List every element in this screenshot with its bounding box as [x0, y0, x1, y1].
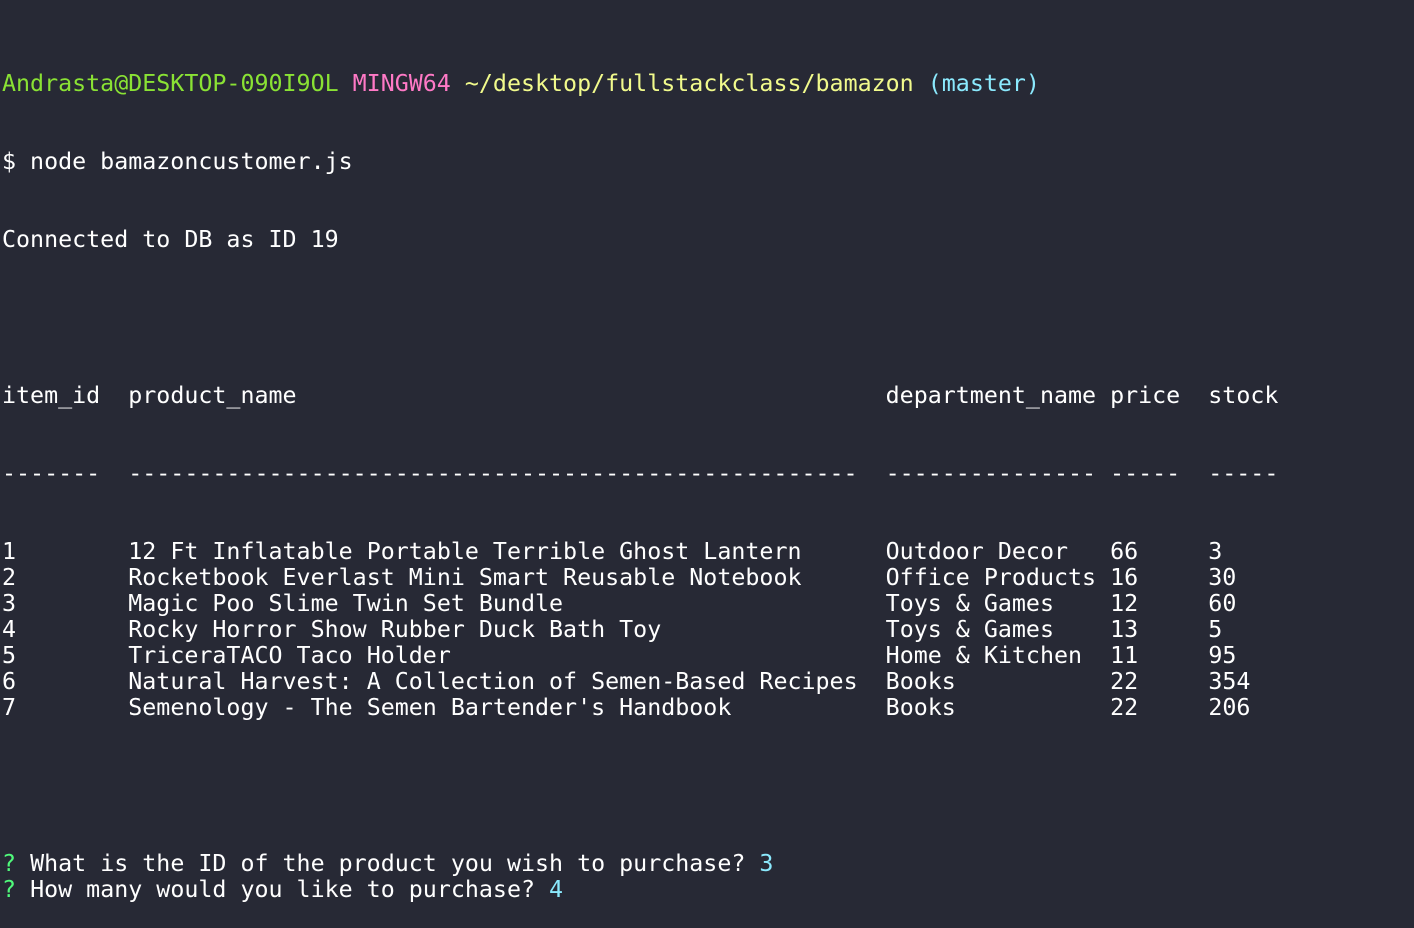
connection-message: Connected to DB as ID 19: [2, 226, 339, 253]
cell-product-name: TriceraTACO Taco Holder: [128, 642, 451, 669]
column-header-item-id: item_id: [2, 382, 101, 409]
question-text: How many would you like to purchase?: [30, 876, 535, 903]
table-header: item_id product_name department_name pri…: [2, 383, 1414, 409]
table-separator: ------- --------------------------------…: [2, 460, 1279, 487]
cell-price: 12: [1110, 590, 1139, 617]
cell-price: 22: [1110, 668, 1139, 695]
user-host: Andrasta@DESKTOP-090I9OL: [2, 70, 339, 97]
cell-stock: 95: [1208, 642, 1237, 669]
cell-item-id: 5: [2, 642, 17, 669]
cell-stock: 60: [1208, 590, 1237, 617]
cell-item-id: 4: [2, 616, 17, 643]
question-mark: ?: [2, 850, 17, 877]
table-row: 7 Semenology - The Semen Bartender's Han…: [2, 695, 1414, 721]
prompt-line: Andrasta@DESKTOP-090I9OL MINGW64 ~/deskt…: [2, 71, 1414, 97]
question-answer: 4: [549, 876, 564, 903]
cell-department-name: Outdoor Decor: [885, 538, 1068, 565]
table-row: 6 Natural Harvest: A Collection of Semen…: [2, 669, 1414, 695]
cell-price: 11: [1110, 642, 1139, 669]
terminal-window[interactable]: Andrasta@DESKTOP-090I9OL MINGW64 ~/deskt…: [0, 0, 1414, 903]
question-list: ? What is the ID of the product you wish…: [2, 851, 1414, 903]
table-row: 1 12 Ft Inflatable Portable Terrible Gho…: [2, 539, 1414, 565]
cell-item-id: 1: [2, 538, 17, 565]
cell-price: 13: [1110, 616, 1139, 643]
table-row: 5 TriceraTACO Taco Holder Home & Kitchen…: [2, 643, 1414, 669]
cell-department-name: Toys & Games: [885, 616, 1054, 643]
cell-item-id: 2: [2, 564, 17, 591]
cell-product-name: Magic Poo Slime Twin Set Bundle: [128, 590, 564, 617]
question-mark: ?: [2, 876, 17, 903]
cell-product-name: Rocketbook Everlast Mini Smart Reusable …: [128, 564, 802, 591]
cell-price: 22: [1110, 694, 1139, 721]
question-answer: 3: [759, 850, 774, 877]
cell-item-id: 7: [2, 694, 17, 721]
column-header-stock: stock: [1208, 382, 1279, 409]
cell-product-name: Natural Harvest: A Collection of Semen-B…: [128, 668, 858, 695]
question-text: What is the ID of the product you wish t…: [30, 850, 746, 877]
table-body: 1 12 Ft Inflatable Portable Terrible Gho…: [2, 539, 1414, 721]
cell-department-name: Books: [885, 668, 956, 695]
cell-stock: 30: [1208, 564, 1237, 591]
cell-department-name: Home & Kitchen: [885, 642, 1083, 669]
cell-stock: 206: [1208, 694, 1251, 721]
question-line: ? How many would you like to purchase? 4: [2, 877, 1414, 903]
system-name: MINGW64: [352, 70, 451, 97]
command-line: $ node bamazoncustomer.js: [2, 148, 353, 175]
cell-item-id: 3: [2, 590, 17, 617]
cell-item-id: 6: [2, 668, 17, 695]
column-header-department-name: department_name: [885, 382, 1097, 409]
cell-product-name: Rocky Horror Show Rubber Duck Bath Toy: [128, 616, 662, 643]
cell-product-name: 12 Ft Inflatable Portable Terrible Ghost…: [128, 538, 802, 565]
cell-stock: 3: [1208, 538, 1223, 565]
cell-department-name: Toys & Games: [885, 590, 1054, 617]
current-path: ~/desktop/fullstackclass/bamazon: [464, 70, 914, 97]
table-row: 2 Rocketbook Everlast Mini Smart Reusabl…: [2, 565, 1414, 591]
cell-product-name: Semenology - The Semen Bartender's Handb…: [128, 694, 732, 721]
cell-stock: 354: [1208, 668, 1251, 695]
cell-price: 66: [1110, 538, 1139, 565]
cell-department-name: Books: [885, 694, 956, 721]
table-row: 4 Rocky Horror Show Rubber Duck Bath Toy…: [2, 617, 1414, 643]
cell-department-name: Office Products: [885, 564, 1097, 591]
cell-stock: 5: [1208, 616, 1223, 643]
column-header-product-name: product_name: [128, 382, 297, 409]
column-header-price: price: [1110, 382, 1181, 409]
table-row: 3 Magic Poo Slime Twin Set Bundle Toys &…: [2, 591, 1414, 617]
git-branch: (master): [927, 70, 1040, 97]
cell-price: 16: [1110, 564, 1139, 591]
question-line: ? What is the ID of the product you wish…: [2, 851, 1414, 877]
